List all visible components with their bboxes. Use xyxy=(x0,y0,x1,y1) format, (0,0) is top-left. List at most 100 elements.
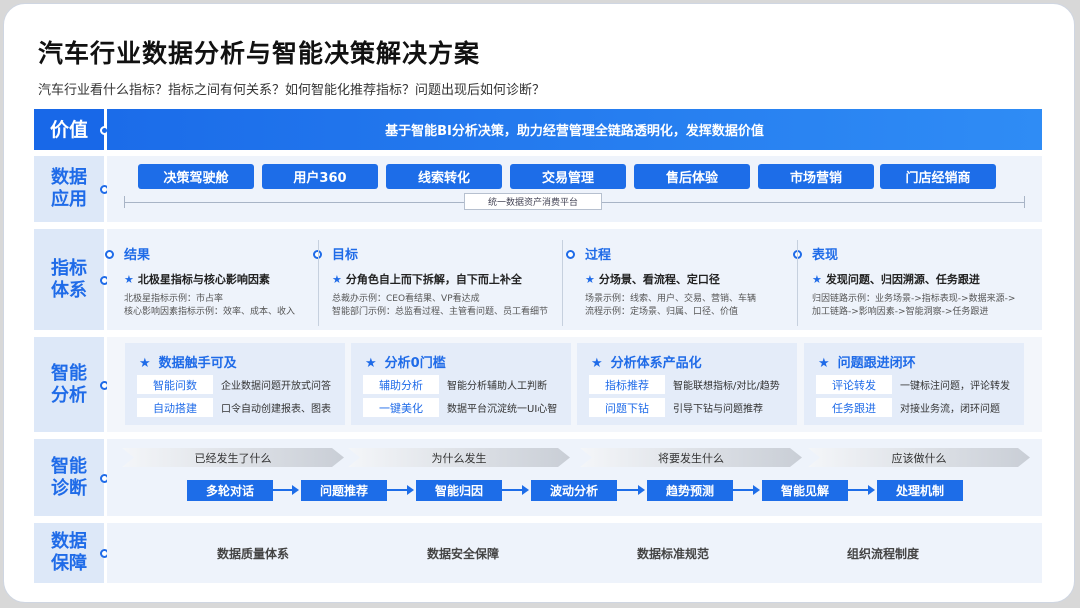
app-button[interactable]: 决策驾驶舱 xyxy=(138,164,254,189)
row-label-text: 数据 保障 xyxy=(51,531,87,574)
metric-example: 核心影响因素指标示例：效率、成本、收入 xyxy=(124,307,296,317)
analysis-card-title-text: 数据触手可及 xyxy=(158,356,237,371)
arrow-right-icon xyxy=(387,485,414,495)
diagnosis-step-button[interactable]: 趋势预测 xyxy=(647,480,733,501)
analysis-card-title: ★ 分析0门槛 xyxy=(365,352,446,371)
app-button[interactable]: 用户360 xyxy=(262,164,378,189)
guarantee-item: 数据标准规范 xyxy=(636,547,709,561)
star-icon: ★ xyxy=(818,356,830,371)
star-icon: ★ xyxy=(365,356,377,371)
analysis-card-title: ★ 数据触手可及 xyxy=(139,352,237,371)
platform-tick xyxy=(124,196,125,208)
analysis-feature: 问题下钻 引导下钻与问题推荐 xyxy=(589,398,763,417)
feature-tag[interactable]: 评论转发 xyxy=(816,375,892,394)
app-button[interactable]: 门店经销商 xyxy=(880,164,996,189)
analysis-card: ★ 分析0门槛辅助分析 智能分析辅助人工判断 一键美化 数据平台沉淀统一UI心智 xyxy=(351,343,571,425)
arrow-right-icon xyxy=(502,485,529,495)
analysis-feature: 辅助分析 智能分析辅助人工判断 xyxy=(363,375,547,394)
column-divider xyxy=(562,240,563,326)
guarantee-item: 组织流程制度 xyxy=(846,547,919,561)
arrow-right-icon xyxy=(617,485,645,495)
metric-highlight-text: 分场景、看流程、定口径 xyxy=(598,273,720,286)
arrow-right-icon xyxy=(848,485,875,495)
diagnosis-step-button[interactable]: 智能归因 xyxy=(416,480,502,501)
analysis-feature: 任务跟进 对接业务流，闭环问题 xyxy=(816,398,1000,417)
row-label-apps: 数据 应用 xyxy=(34,156,109,222)
guarantee-item: 数据安全保障 xyxy=(426,547,499,561)
analysis-card-title-text: 分析体系产品化 xyxy=(610,356,702,371)
metric-example: 加工链路->影响因素->智能洞察->任务跟进 xyxy=(812,307,989,317)
feature-tag[interactable]: 辅助分析 xyxy=(363,375,439,394)
diagnosis-stage: 已经发生了什么 xyxy=(122,448,344,467)
diagnosis-step-button[interactable]: 波动分析 xyxy=(531,480,617,501)
metric-column: 表现 ★ 发现问题、归因溯源、任务跟进 归因链路示例：业务场景->指标表现->数据来源… xyxy=(793,244,1042,319)
row-label-guarantee: 数据 保障 xyxy=(34,523,109,583)
platform-label: 统一数据资产消费平台 xyxy=(464,193,602,210)
metric-highlight-text: 发现问题、归因溯源、任务跟进 xyxy=(825,273,980,286)
feature-desc: 口令自动创建报表、图表 xyxy=(221,404,331,415)
diagnosis-step-button[interactable]: 多轮对话 xyxy=(187,480,273,501)
app-button[interactable]: 线索转化 xyxy=(386,164,502,189)
metric-title: 目标 xyxy=(332,248,359,263)
feature-desc: 数据平台沉淀统一UI心智 xyxy=(447,404,558,415)
metric-title: 表现 xyxy=(812,248,839,263)
feature-tag[interactable]: 任务跟进 xyxy=(816,398,892,417)
analysis-card-title-text: 问题跟进闭环 xyxy=(837,356,916,371)
star-icon: ★ xyxy=(332,273,342,286)
metric-example: 智能部门示例：总监看过程、主管看问题、员工看细节 xyxy=(332,307,549,317)
analysis-card: ★ 问题跟进闭环 评论转发 一键标注问题，评论转发 任务跟进 对接业务流，闭环问题 xyxy=(804,343,1024,425)
row-label-diagnosis: 智能 诊断 xyxy=(34,439,109,516)
row-label-metrics: 指标 体系 xyxy=(34,229,109,330)
analysis-feature: 评论转发 一键标注问题，评论转发 xyxy=(816,375,1010,394)
star-icon: ★ xyxy=(139,356,151,371)
page-subtitle: 汽车行业看什么指标？指标之间有何关系？如何智能化推荐指标？问题出现后如何诊断？ xyxy=(38,83,546,98)
metric-example: 场景示例：线索、用户、交易、营销、车辆 xyxy=(585,294,757,304)
row-label-text: 智能 分析 xyxy=(51,362,87,406)
row-label-text: 价值 xyxy=(49,118,88,141)
app-button[interactable]: 市场营销 xyxy=(758,164,874,189)
metric-highlight: ★ 分角色自上而下拆解，自下而上补全 xyxy=(332,271,562,287)
app-button[interactable]: 交易管理 xyxy=(510,164,626,189)
column-divider xyxy=(318,240,319,326)
diagnosis-step-button[interactable]: 问题推荐 xyxy=(301,480,387,501)
diagnosis-stage: 将要发生什么 xyxy=(580,448,802,467)
analysis-card: ★ 分析体系产品化 指标推荐 智能联想指标/对比/趋势 问题下钻 引导下钻与问题推荐 xyxy=(577,343,797,425)
star-icon: ★ xyxy=(812,273,822,286)
feature-desc: 智能联想指标/对比/趋势 xyxy=(673,381,780,392)
diagnosis-stage: 应该做什么 xyxy=(808,448,1030,467)
feature-tag[interactable]: 指标推荐 xyxy=(589,375,665,394)
feature-desc: 一键标注问题，评论转发 xyxy=(900,381,1010,392)
circle-dot-icon xyxy=(105,250,114,259)
guarantee-item: 数据质量体系 xyxy=(216,547,289,561)
metric-highlight-text: 分角色自上而下拆解，自下而上补全 xyxy=(345,273,522,286)
star-icon: ★ xyxy=(585,273,595,286)
row-label-value: 价值 xyxy=(34,109,109,150)
feature-tag[interactable]: 智能问数 xyxy=(137,375,213,394)
value-banner: 基于智能BI分析决策，助力经营管理全链路透明化，发挥数据价值 xyxy=(107,109,1042,150)
analysis-card-title-text: 分析0门槛 xyxy=(384,356,446,371)
row-label-analysis: 智能 分析 xyxy=(34,337,109,432)
feature-tag[interactable]: 一键美化 xyxy=(363,398,439,417)
arrow-right-icon xyxy=(733,485,760,495)
feature-tag[interactable]: 自动搭建 xyxy=(137,398,213,417)
feature-tag[interactable]: 问题下钻 xyxy=(589,398,665,417)
analysis-card: ★ 数据触手可及智能问数 企业数据问题开放式问答 自动搭建 口令自动创建报表、图表 xyxy=(125,343,345,425)
feature-desc: 对接业务流，闭环问题 xyxy=(900,404,1000,415)
column-divider xyxy=(797,240,798,326)
feature-desc: 引导下钻与问题推荐 xyxy=(673,404,763,415)
star-icon: ★ xyxy=(591,356,603,371)
diagnosis-step-button[interactable]: 处理机制 xyxy=(877,480,963,501)
metric-example: 总裁办示例：CEO看结果、VP看达成 xyxy=(332,294,480,304)
feature-desc: 智能分析辅助人工判断 xyxy=(447,381,547,392)
feature-desc: 企业数据问题开放式问答 xyxy=(221,381,331,392)
platform-tick xyxy=(1024,196,1025,208)
app-button[interactable]: 售后体验 xyxy=(634,164,750,189)
metric-column: 目标 ★ 分角色自上而下拆解，自下而上补全总裁办示例：CEO看结果、VP看达成智能部… xyxy=(313,244,562,319)
metric-highlight: ★ 发现问题、归因溯源、任务跟进 xyxy=(812,271,1042,287)
row-label-text: 数据 应用 xyxy=(51,167,87,210)
analysis-feature: 指标推荐 智能联想指标/对比/趋势 xyxy=(589,375,780,394)
row-label-text: 指标 体系 xyxy=(51,257,87,301)
star-icon: ★ xyxy=(124,273,134,286)
analysis-card-title: ★ 问题跟进闭环 xyxy=(818,352,916,371)
diagnosis-step-button[interactable]: 智能见解 xyxy=(762,480,848,501)
